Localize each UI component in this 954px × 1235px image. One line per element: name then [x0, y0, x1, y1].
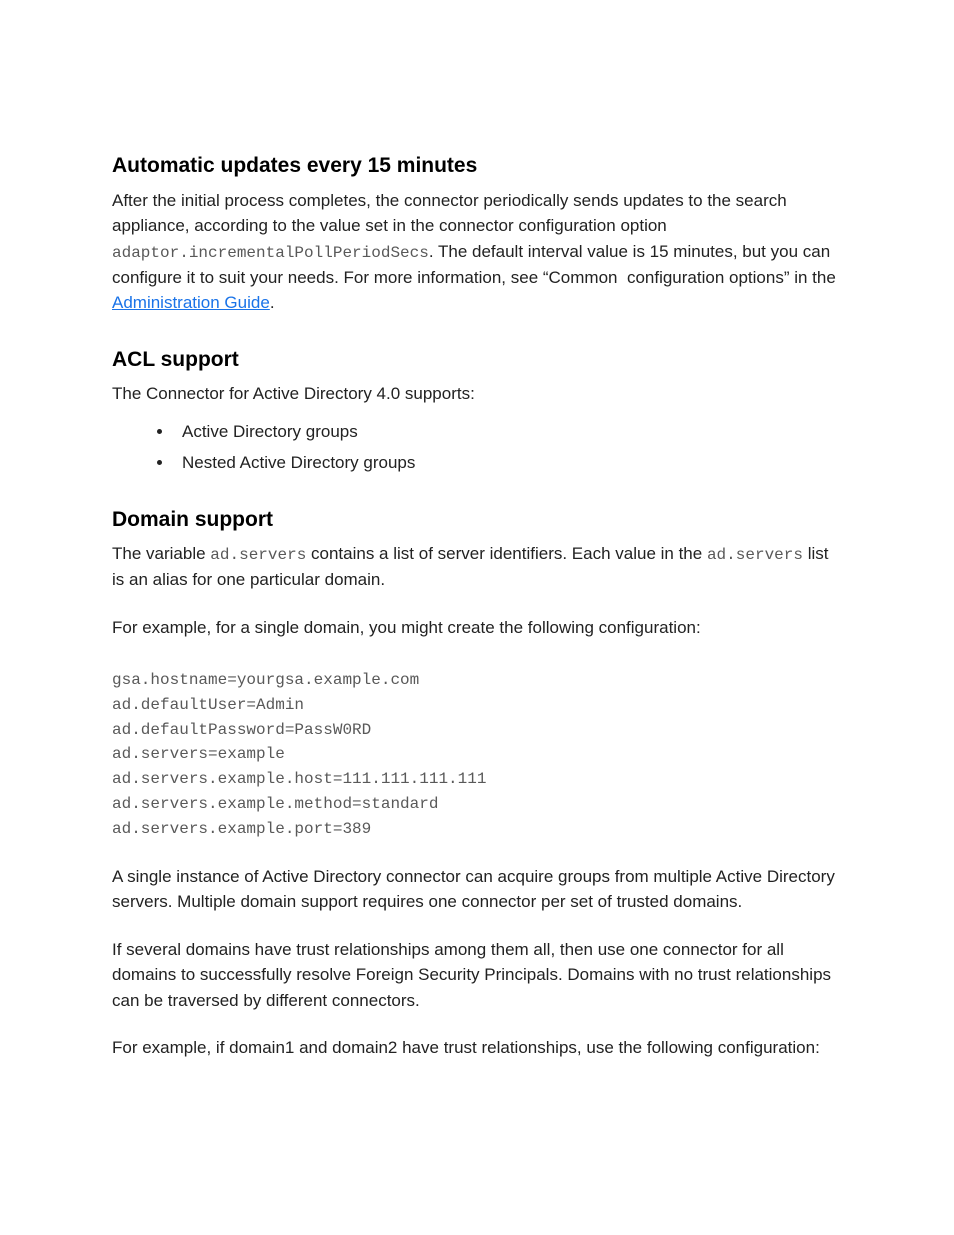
heading-acl-support: ACL support	[112, 344, 842, 376]
text-segment: contains a list of server identifiers. E…	[306, 544, 707, 563]
inline-code: adaptor.incrementalPollPeriodSecs	[112, 244, 429, 262]
list-item: Nested Active Directory groups	[174, 450, 842, 476]
paragraph-trust-example-intro: For example, if domain1 and domain2 have…	[112, 1035, 842, 1061]
paragraph-single-instance: A single instance of Active Directory co…	[112, 864, 842, 915]
paragraph-trust-relationships: If several domains have trust relationsh…	[112, 937, 842, 1014]
administration-guide-link[interactable]: Administration Guide	[112, 293, 270, 312]
heading-automatic-updates: Automatic updates every 15 minutes	[112, 150, 842, 182]
paragraph-acl-intro: The Connector for Active Directory 4.0 s…	[112, 381, 842, 407]
list-item: Active Directory groups	[174, 419, 842, 445]
acl-support-list: Active Directory groups Nested Active Di…	[112, 419, 842, 476]
paragraph-domain-example-intro: For example, for a single domain, you mi…	[112, 615, 842, 641]
text-segment: After the initial process completes, the…	[112, 191, 787, 236]
configuration-code-block: gsa.hostname=yourgsa.example.com ad.defa…	[112, 668, 842, 842]
inline-code: ad.servers	[707, 546, 803, 564]
heading-domain-support: Domain support	[112, 504, 842, 536]
inline-code: ad.servers	[210, 546, 306, 564]
paragraph-automatic-updates: After the initial process completes, the…	[112, 188, 842, 316]
text-segment: .	[270, 293, 275, 312]
paragraph-domain-variable: The variable ad.servers contains a list …	[112, 541, 842, 593]
text-segment: The variable	[112, 544, 210, 563]
